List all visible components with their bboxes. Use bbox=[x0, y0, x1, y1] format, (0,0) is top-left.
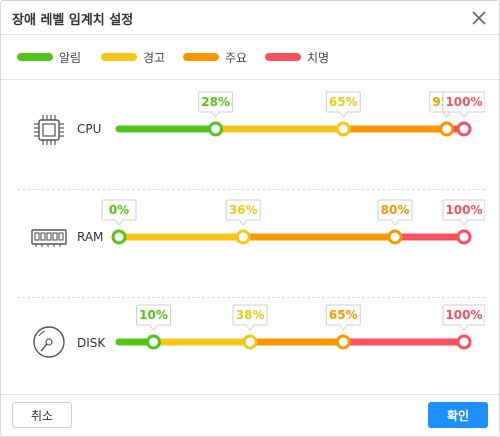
cancel-button[interactable]: 취소 bbox=[12, 402, 72, 428]
legend-label-major: 주요 bbox=[225, 51, 248, 65]
svg-text:38%: 38% bbox=[236, 308, 265, 322]
legend-swatch-warning bbox=[101, 53, 137, 61]
confirm-button[interactable]: 확인 bbox=[428, 402, 488, 428]
cpu-threshold-label-1: 28% bbox=[198, 91, 234, 118]
ram-threshold-label-4: 100% bbox=[442, 199, 485, 226]
ram-threshold-handle-1[interactable] bbox=[111, 229, 127, 245]
ram-threshold-label-2: 36% bbox=[225, 199, 261, 226]
dialog-title: 장애 레벨 임계치 설정 bbox=[12, 13, 134, 28]
legend-swatch-major bbox=[183, 53, 219, 61]
cpu-threshold-label-2: 65% bbox=[325, 91, 361, 118]
metric-row-cpu: CPU 28%65%95%100% bbox=[17, 83, 485, 183]
ram-threshold-label-3: 80% bbox=[377, 199, 413, 226]
svg-text:10%: 10% bbox=[139, 308, 168, 322]
disk-threshold-handle-2[interactable] bbox=[242, 334, 258, 350]
metric-row-disk: DISK 10% 38% 65% 100% bbox=[17, 296, 485, 396]
dialog-footer: 취소 확인 bbox=[1, 394, 499, 436]
metric-row-ram: RAM 0% 36% 80% 100% bbox=[17, 191, 485, 291]
row-divider bbox=[17, 189, 485, 190]
disk-threshold-handle-4[interactable] bbox=[456, 334, 472, 350]
close-icon[interactable] bbox=[467, 6, 491, 30]
cpu-threshold-handle-2[interactable] bbox=[335, 121, 351, 137]
legend-label-warning: 경고 bbox=[143, 51, 166, 65]
svg-text:80%: 80% bbox=[381, 203, 410, 217]
disk-threshold-label-4: 100% bbox=[442, 304, 485, 331]
svg-text:100%: 100% bbox=[445, 95, 482, 109]
ram-threshold-label-1: 0% bbox=[101, 199, 137, 226]
disk-threshold-handle-1[interactable] bbox=[146, 334, 161, 350]
disk-threshold-label-3: 65% bbox=[325, 304, 361, 331]
disk-threshold-label-1: 10% bbox=[136, 304, 171, 331]
threshold-dialog: 장애 레벨 임계치 설정 알림 경고 주요 치명 CPU 28% 65% 100… bbox=[0, 0, 500, 437]
svg-text:65%: 65% bbox=[329, 95, 358, 109]
cpu-threshold-handle-1[interactable] bbox=[208, 121, 224, 137]
legend-label-notice: 알림 bbox=[59, 51, 82, 65]
svg-text:28%: 28% bbox=[201, 95, 230, 109]
cpu-threshold-handle-3[interactable] bbox=[439, 121, 455, 137]
legend-swatch-notice bbox=[17, 53, 53, 61]
severity-legend: 알림 경고 주요 치명 bbox=[1, 36, 499, 80]
cpu-threshold-handle-4[interactable] bbox=[456, 121, 472, 137]
legend-swatch-critical bbox=[265, 53, 301, 61]
ram-threshold-slider[interactable]: 0% 36% 80% 100% bbox=[17, 191, 485, 291]
svg-text:36%: 36% bbox=[229, 203, 258, 217]
ram-threshold-handle-4[interactable] bbox=[456, 229, 472, 245]
disk-threshold-label-2: 38% bbox=[232, 304, 268, 331]
cpu-threshold-slider[interactable]: 28%65%95%100% bbox=[17, 83, 485, 183]
ram-threshold-handle-3[interactable] bbox=[387, 229, 403, 245]
legend-label-critical: 치명 bbox=[307, 51, 330, 65]
svg-text:100%: 100% bbox=[445, 308, 482, 322]
ram-threshold-handle-2[interactable] bbox=[235, 229, 251, 245]
disk-threshold-slider[interactable]: 10% 38% 65% 100% bbox=[17, 296, 485, 396]
dialog-titlebar: 장애 레벨 임계치 설정 bbox=[1, 1, 499, 35]
disk-threshold-handle-3[interactable] bbox=[335, 334, 351, 350]
svg-text:0%: 0% bbox=[109, 203, 129, 217]
svg-text:65%: 65% bbox=[329, 308, 358, 322]
svg-text:100%: 100% bbox=[445, 203, 482, 217]
